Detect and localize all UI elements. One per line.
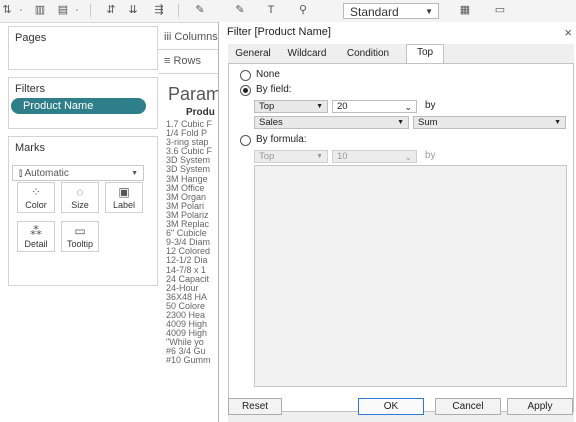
chevron-down-icon[interactable]: · [70, 4, 84, 17]
top-tab-content: None By field: Top ▼ 20 ⌄ by Sales ▼ Sum… [228, 63, 574, 412]
label-icon[interactable]: T [264, 4, 278, 17]
color-icon: ⁘ [30, 185, 42, 199]
cancel-button[interactable]: Cancel [435, 398, 501, 415]
formula-direction-value: Top [259, 151, 275, 162]
size-button[interactable]: ◌ Size [61, 182, 99, 213]
tooltip-button[interactable]: ▭ Tooltip [61, 221, 99, 252]
filters-title: Filters [15, 83, 45, 95]
chevron-down-icon: ▼ [316, 153, 323, 160]
detail-button[interactable]: ⁂ Detail [17, 221, 55, 252]
toolbar: ⇅ · ▥ ▤ · ⇵ ⇊ ⇶ ✎ ✎ T ⚲ Standard ▼ ▦ ▭ [0, 0, 576, 23]
tab-top[interactable]: Top [406, 44, 444, 63]
columns-label: iii Columns [164, 31, 218, 43]
rows-label: ≡ Rows [164, 55, 201, 67]
chevron-down-icon: ▼ [131, 170, 138, 177]
tab-wildcard[interactable]: Wildcard [280, 46, 334, 63]
sort-ascending-icon[interactable]: ⇵ [104, 4, 118, 17]
pin-icon[interactable]: ⚲ [296, 4, 310, 17]
by-label: by [425, 100, 436, 111]
top-count-value: 20 [337, 101, 348, 112]
formula-direction-select: Top ▼ [254, 150, 328, 163]
pages-title: Pages [15, 32, 47, 44]
formula-count-value: 10 [337, 151, 348, 162]
group-icon[interactable]: ⇶ [152, 4, 166, 17]
top-direction-value: Top [259, 101, 275, 112]
sort-field-value: Sales [259, 117, 283, 128]
list-item[interactable]: #10 Gumm [166, 356, 222, 365]
bar-chart-icon[interactable]: ▥ [33, 4, 47, 17]
rows-shelf[interactable]: ≡ Rows [158, 51, 220, 74]
by-field-label: By field: [256, 84, 292, 95]
size-label: Size [71, 200, 89, 210]
by-formula-radio[interactable] [240, 135, 251, 146]
none-label: None [256, 69, 280, 80]
chevron-down-icon: ▼ [425, 7, 433, 16]
pen-icon[interactable]: ✎ [193, 4, 207, 17]
highlight-icon[interactable]: ▤ [56, 4, 70, 17]
pen-icon[interactable]: ✎ [233, 4, 247, 17]
by-field-radio[interactable] [240, 85, 251, 96]
tooltip-label: Tooltip [66, 239, 93, 249]
color-label: Color [25, 200, 47, 210]
formula-editor [254, 165, 567, 387]
toolbar-divider [178, 4, 179, 17]
close-icon[interactable]: × [564, 25, 572, 40]
columns-shelf[interactable]: iii Columns [158, 27, 220, 50]
top-count-combo[interactable]: 20 ⌄ [332, 100, 417, 113]
fit-icon[interactable]: ▦ [458, 4, 472, 17]
sort-descending-icon[interactable]: ⇊ [126, 4, 140, 17]
detail-icon: ⁂ [30, 224, 42, 238]
none-radio[interactable] [240, 70, 251, 81]
size-icon: ◌ [76, 185, 84, 199]
detail-label: Detail [24, 239, 48, 249]
columns-icon: iii [164, 31, 175, 43]
mark-type-select[interactable]: ⫾ Automatic ▼ [12, 165, 144, 181]
color-button[interactable]: ⁘ Color [17, 182, 55, 213]
formula-by-label: by [425, 150, 436, 161]
view-title: Param [168, 84, 222, 104]
by-formula-label: By formula: [256, 134, 307, 145]
swap-icon[interactable]: ⇅ [0, 4, 14, 17]
toolbar-divider [90, 4, 91, 17]
chevron-down-icon: ▼ [397, 119, 404, 126]
tooltip-icon: ▭ [74, 224, 86, 238]
dialog-title: Filter [Product Name] [227, 26, 331, 38]
apply-button[interactable]: Apply [507, 398, 573, 415]
mark-type-value: Automatic [24, 168, 69, 179]
sort-field-select[interactable]: Sales ▼ [254, 116, 409, 129]
marks-title: Marks [15, 142, 45, 154]
filter-dialog: Filter [Product Name] × General Wildcard… [218, 22, 576, 422]
aggregation-select[interactable]: Sum ▼ [413, 116, 566, 129]
reset-button[interactable]: Reset [228, 398, 282, 415]
column-header: Produ [186, 107, 215, 118]
view-size-value: Standard [350, 5, 399, 19]
presentation-icon[interactable]: ▭ [493, 4, 507, 17]
chevron-down-icon[interactable]: · [14, 4, 28, 17]
chevron-down-icon: ⌄ [404, 102, 412, 112]
chevron-down-icon: ▼ [316, 103, 323, 110]
view-size-select[interactable]: Standard ▼ [343, 3, 439, 19]
label-label: Label [112, 200, 136, 210]
ok-button[interactable]: OK [358, 398, 424, 415]
pages-panel: Pages [8, 26, 158, 70]
label-button[interactable]: ▣ Label [105, 182, 143, 213]
filter-pill-product-name[interactable]: Product Name [11, 98, 146, 114]
formula-count-combo: 10 ⌄ [332, 150, 417, 163]
top-direction-select[interactable]: Top ▼ [254, 100, 328, 113]
chevron-down-icon: ⌄ [404, 152, 412, 162]
tab-condition[interactable]: Condition [338, 46, 398, 63]
text-label-icon: ▣ [118, 185, 130, 199]
chevron-down-icon: ▼ [554, 119, 561, 126]
aggregation-value: Sum [418, 117, 438, 128]
tab-general[interactable]: General [228, 46, 278, 63]
product-list: 1.7 Cubic F 1/4 Fold P 3-ring stap 3.6 Cubi… [166, 120, 222, 366]
